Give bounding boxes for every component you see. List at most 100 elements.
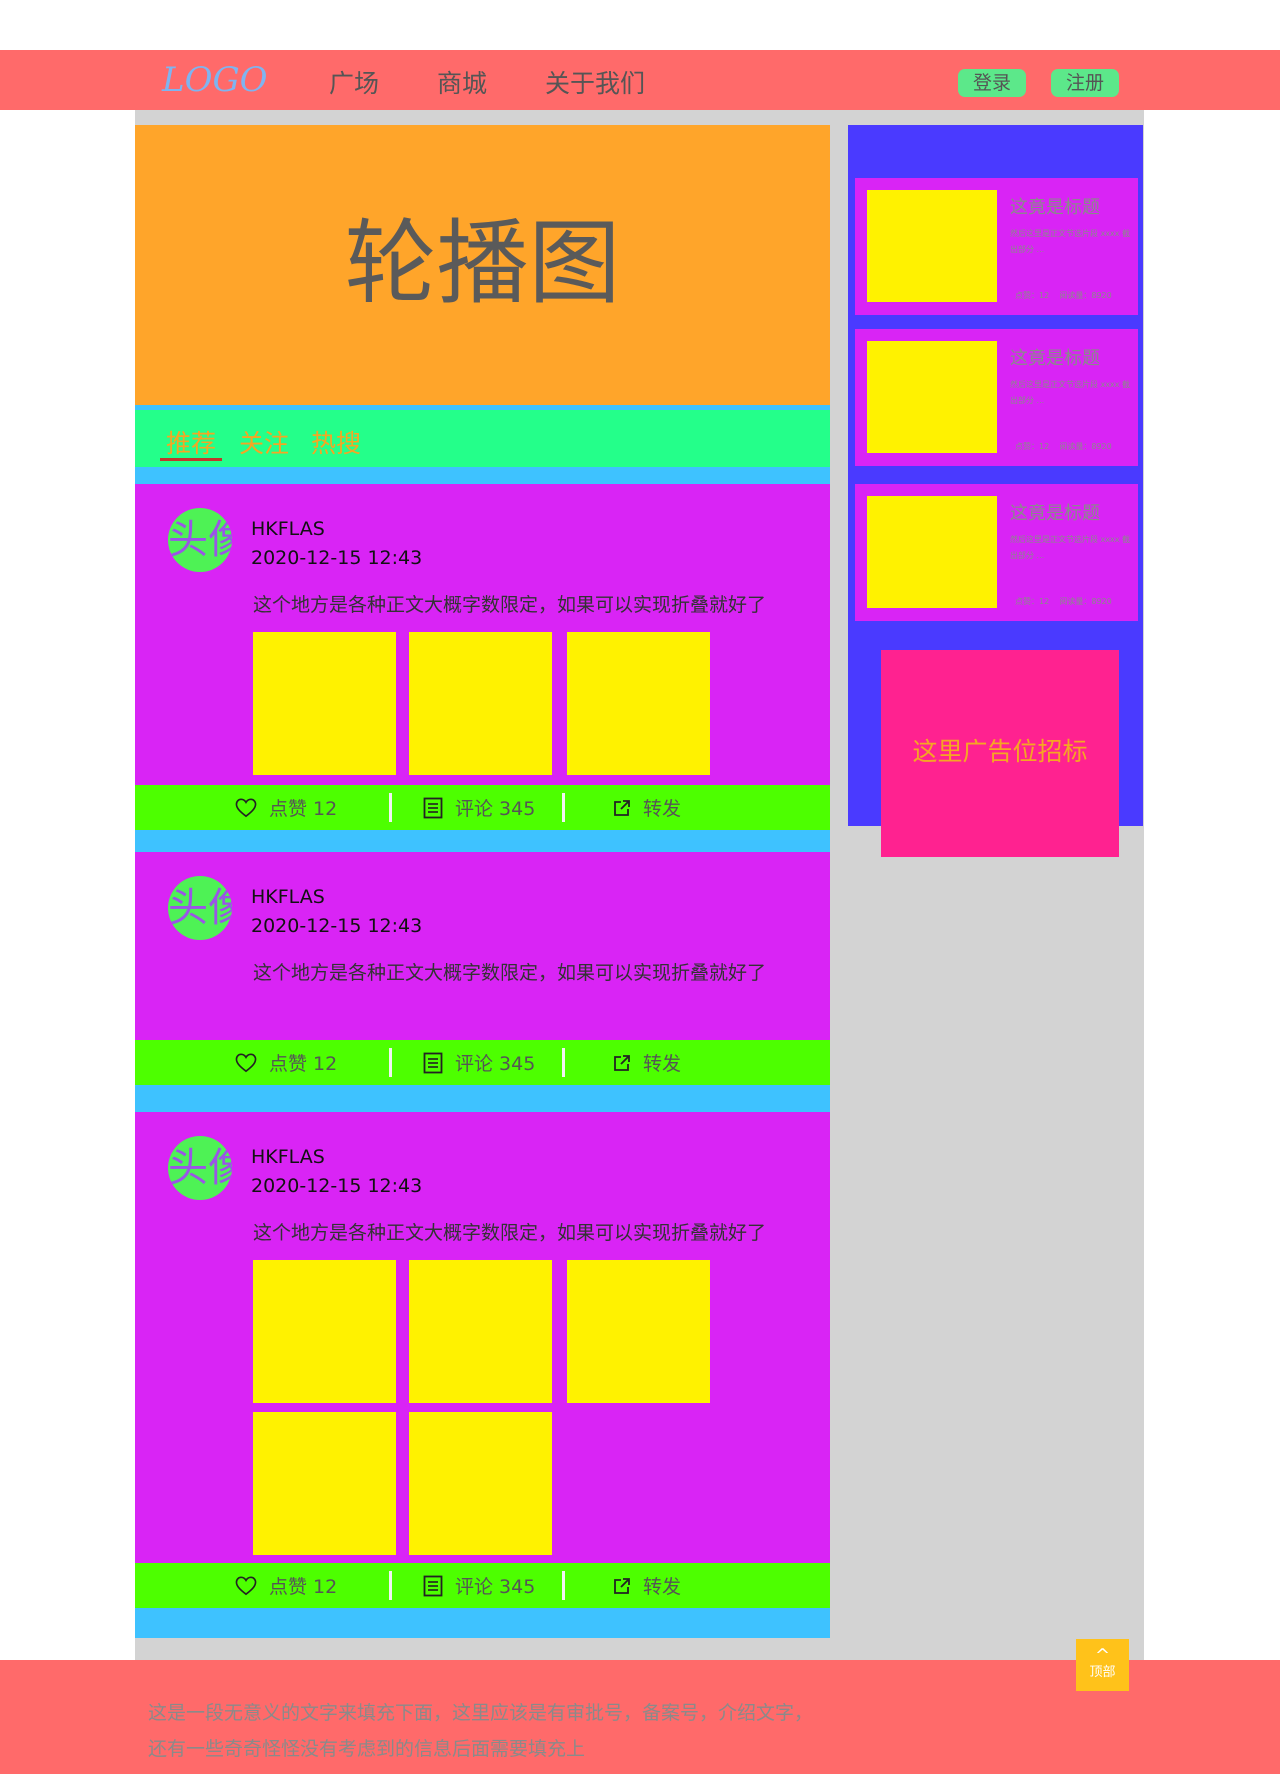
share-label: 转发 <box>643 798 682 820</box>
post-actions: 点赞 12 评论 345 转发 <box>135 1563 830 1608</box>
article-likes: 点赞：12 <box>1015 442 1050 451</box>
like-button[interactable]: 点赞 12 <box>235 785 337 830</box>
post-actions: 点赞 12 评论 345 转发 <box>135 1040 830 1085</box>
avatar[interactable]: 头像 <box>168 508 232 572</box>
article-reads: 阅读量：8920 <box>1059 442 1112 451</box>
article-likes: 点赞：12 <box>1015 597 1050 606</box>
divider <box>562 793 565 822</box>
article-meta: 点赞：12 阅读量：8920 <box>1015 596 1112 607</box>
nav-mall[interactable]: 商城 <box>437 64 487 100</box>
post-image[interactable] <box>253 1412 396 1555</box>
post-author[interactable]: HKFLAS <box>251 886 325 908</box>
list-icon <box>423 1052 443 1073</box>
article-reads: 阅读量：8920 <box>1059 291 1112 300</box>
comment-button[interactable]: 评论 345 <box>423 1563 535 1608</box>
like-button[interactable]: 点赞 12 <box>235 1040 337 1085</box>
share-label: 转发 <box>643 1053 682 1075</box>
article-excerpt: 然后这里是正文节选片段 xxxx 截出部分 ... <box>1010 535 1131 560</box>
divider <box>389 1571 392 1600</box>
carousel-label: 轮播图 <box>344 210 621 317</box>
login-button[interactable]: 登录 <box>958 69 1026 97</box>
divider <box>562 1571 565 1600</box>
post-time: 2020-12-15 12:43 <box>251 547 423 569</box>
post-image[interactable] <box>253 632 396 775</box>
like-button[interactable]: 点赞 12 <box>235 1563 337 1608</box>
comment-button[interactable]: 评论 345 <box>423 1040 535 1085</box>
article-thumbnail <box>867 190 997 302</box>
divider <box>562 1048 565 1077</box>
sidebar-article[interactable]: 这竟是标题 然后这里是正文节选片段 xxxx 截出部分 ... 点赞：12 阅读… <box>855 329 1138 466</box>
article-reads: 阅读量：8920 <box>1059 597 1112 606</box>
sidebar-article[interactable]: 这竟是标题 然后这里是正文节选片段 xxxx 截出部分 ... 点赞：12 阅读… <box>855 484 1138 621</box>
like-count: 点赞 12 <box>269 798 338 820</box>
article-title: 这竟是标题 <box>1010 503 1100 524</box>
logo[interactable]: LOGO <box>162 60 268 100</box>
post-author[interactable]: HKFLAS <box>251 1146 325 1168</box>
share-icon <box>614 799 630 816</box>
article-excerpt: 然后这里是正文节选片段 xxxx 截出部分 ... <box>1010 380 1131 405</box>
tab-follow[interactable]: 关注 <box>239 424 289 460</box>
article-meta: 点赞：12 阅读量：8920 <box>1015 290 1112 301</box>
post-image[interactable] <box>567 632 710 775</box>
heart-icon <box>235 798 257 817</box>
footer-text: 还有一些奇奇怪怪没有考虑到的信息后面需要填充上 <box>148 1738 586 1760</box>
nav-square[interactable]: 广场 <box>329 64 379 100</box>
post-time: 2020-12-15 12:43 <box>251 1175 423 1197</box>
share-button[interactable]: 转发 <box>613 785 681 830</box>
heart-icon <box>235 1576 257 1595</box>
article-title: 这竟是标题 <box>1010 348 1100 369</box>
comment-count: 评论 345 <box>455 1053 536 1075</box>
back-to-top-label: 顶部 <box>1089 1665 1116 1680</box>
list-icon <box>423 797 443 818</box>
article-title: 这竟是标题 <box>1010 197 1100 218</box>
back-to-top-button[interactable]: ^ 顶部 <box>1076 1639 1129 1691</box>
post-text: 这个地方是各种正文大概字数限定，如果可以实现折叠就好了 <box>253 962 767 984</box>
ad-slot[interactable]: 这里广告位招标 <box>881 650 1119 857</box>
tab-trending[interactable]: 热搜 <box>311 424 361 460</box>
comment-count: 评论 345 <box>455 798 536 820</box>
post-image[interactable] <box>253 1260 396 1403</box>
post-image[interactable] <box>409 632 552 775</box>
tab-recommend[interactable]: 推荐 <box>166 424 216 460</box>
heart-icon <box>235 1053 257 1072</box>
share-icon <box>614 1577 630 1594</box>
post-actions: 点赞 12 评论 345 转发 <box>135 785 830 830</box>
share-button[interactable]: 转发 <box>613 1040 681 1085</box>
like-count: 点赞 12 <box>269 1576 338 1598</box>
ad-text: 这里广告位招标 <box>912 737 1088 766</box>
post-image[interactable] <box>409 1260 552 1403</box>
post-card: 头像 HKFLAS 2020-12-15 12:43 这个地方是各种正文大概字数… <box>135 852 830 1040</box>
comment-count: 评论 345 <box>455 1576 536 1598</box>
share-button[interactable]: 转发 <box>613 1563 681 1608</box>
post-image[interactable] <box>409 1412 552 1555</box>
active-tab-indicator <box>160 458 222 461</box>
arrow-up-icon: ^ <box>1094 1645 1111 1666</box>
share-label: 转发 <box>643 1576 682 1598</box>
article-thumbnail <box>867 496 997 608</box>
top-header: LOGO 广场 商城 关于我们 登录 注册 <box>0 50 1280 110</box>
post-text: 这个地方是各种正文大概字数限定，如果可以实现折叠就好了 <box>253 1222 767 1244</box>
post-card: 头像 HKFLAS 2020-12-15 12:43 这个地方是各种正文大概字数… <box>135 484 830 785</box>
post-text: 这个地方是各种正文大概字数限定，如果可以实现折叠就好了 <box>253 594 767 616</box>
article-thumbnail <box>867 341 997 453</box>
avatar[interactable]: 头像 <box>168 876 232 940</box>
carousel-banner[interactable]: 轮播图 <box>135 125 830 405</box>
footer-text: 这是一段无意义的文字来填充下面，这里应该是有审批号，备案号，介绍文字， <box>148 1702 814 1724</box>
post-image[interactable] <box>567 1260 710 1403</box>
post-time: 2020-12-15 12:43 <box>251 915 423 937</box>
divider <box>389 793 392 822</box>
post-author[interactable]: HKFLAS <box>251 518 325 540</box>
avatar[interactable]: 头像 <box>168 1136 232 1200</box>
divider <box>389 1048 392 1077</box>
register-button[interactable]: 注册 <box>1051 69 1119 97</box>
like-count: 点赞 12 <box>269 1053 338 1075</box>
feed-tabs: 推荐 关注 热搜 <box>135 410 830 467</box>
article-likes: 点赞：12 <box>1015 291 1050 300</box>
nav-about[interactable]: 关于我们 <box>545 64 645 100</box>
share-icon <box>614 1054 630 1071</box>
comment-button[interactable]: 评论 345 <box>423 785 535 830</box>
article-excerpt: 然后这里是正文节选片段 xxxx 截出部分 ... <box>1010 229 1131 254</box>
article-meta: 点赞：12 阅读量：8920 <box>1015 441 1112 452</box>
sidebar-article[interactable]: 这竟是标题 然后这里是正文节选片段 xxxx 截出部分 ... 点赞：12 阅读… <box>855 178 1138 315</box>
post-card: 头像 HKFLAS 2020-12-15 12:43 这个地方是各种正文大概字数… <box>135 1112 830 1563</box>
